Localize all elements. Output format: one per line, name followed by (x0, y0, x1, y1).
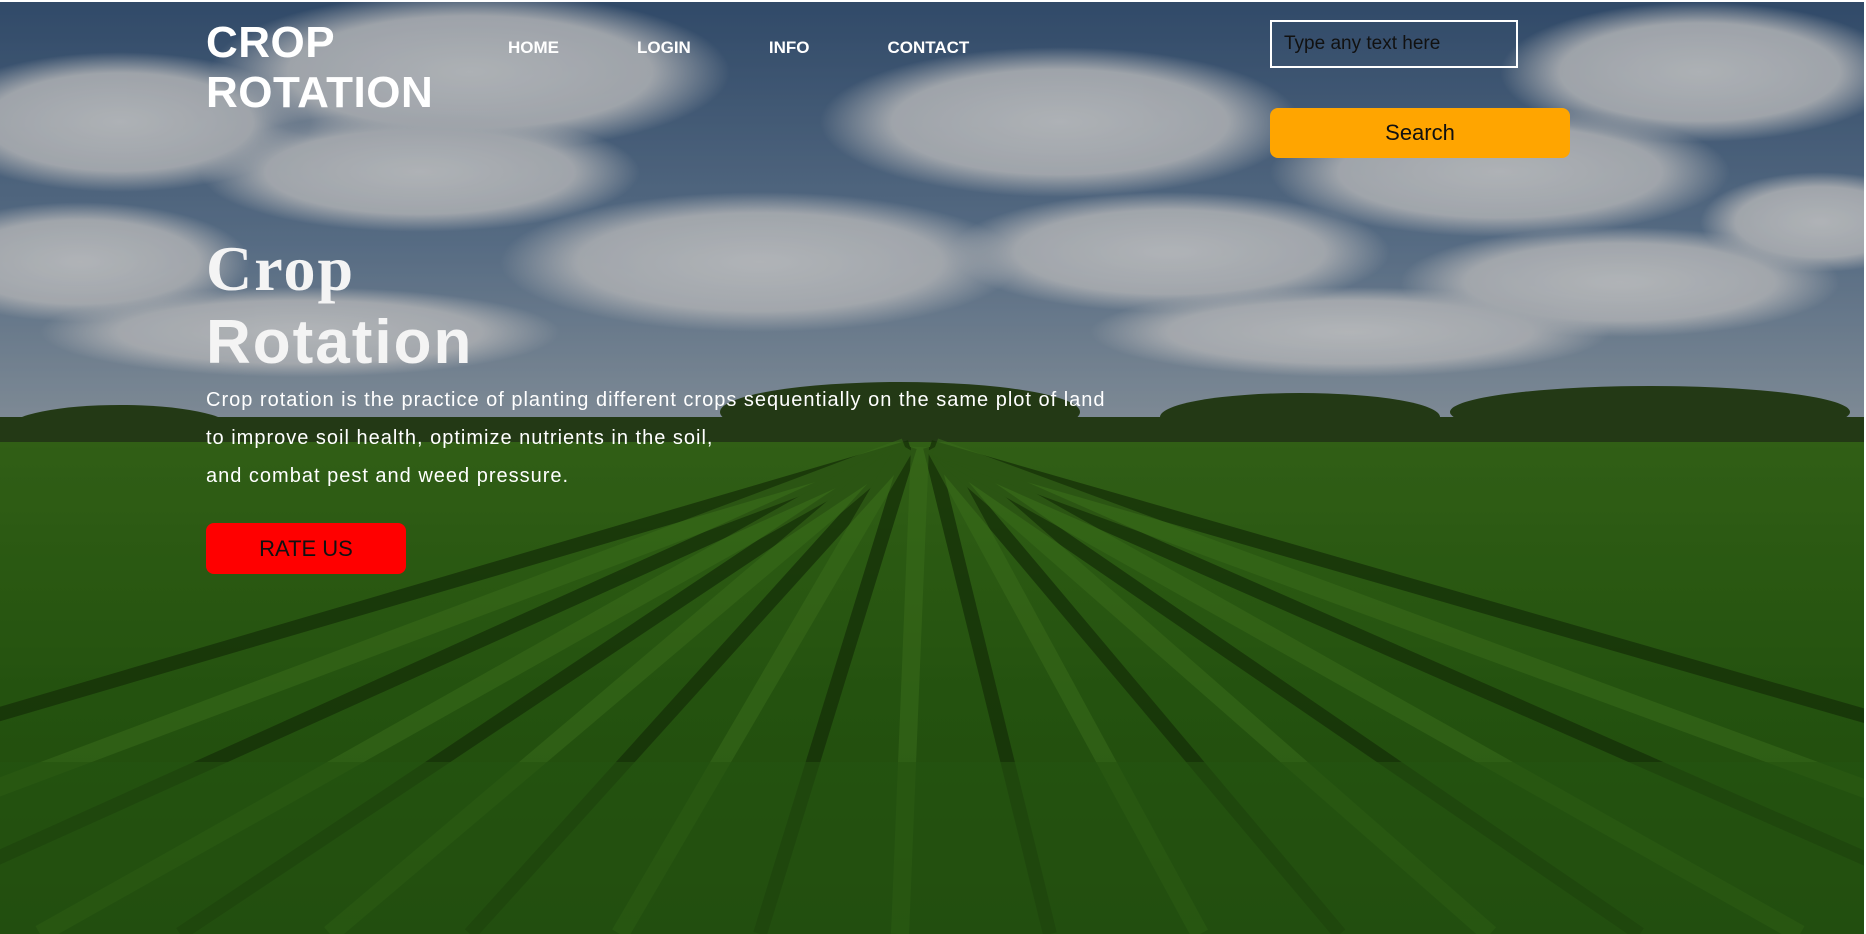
nav-link-contact[interactable]: CONTACT (887, 37, 969, 59)
search-input[interactable] (1270, 20, 1518, 68)
rate-us-button[interactable]: RATE US (206, 523, 406, 574)
description-line: and combat pest and weed pressure. (206, 465, 570, 487)
search-button[interactable]: Search (1270, 108, 1570, 158)
nav-link-login[interactable]: LOGIN (637, 37, 691, 59)
nav-link-info[interactable]: INFO (769, 37, 810, 59)
hero-title-line-1: Crop (206, 233, 356, 304)
description-line: Crop rotation is the practice of plantin… (206, 389, 1106, 411)
logo-line-1: CROP (206, 18, 336, 67)
hero-description: Crop rotation is the practice of plantin… (206, 381, 1106, 495)
main-nav: HOME LOGIN INFO CONTACT (508, 37, 1047, 59)
nav-link-home[interactable]: HOME (508, 37, 559, 59)
logo-line-2: ROTATION (206, 68, 434, 117)
hero-section: CROP ROTATION HOME LOGIN INFO CONTACT Se… (0, 2, 1864, 934)
description-line: to improve soil health, optimize nutrien… (206, 427, 714, 449)
hero-title-line-2: Rotation (206, 308, 474, 377)
site-logo[interactable]: CROP ROTATION (206, 18, 433, 118)
